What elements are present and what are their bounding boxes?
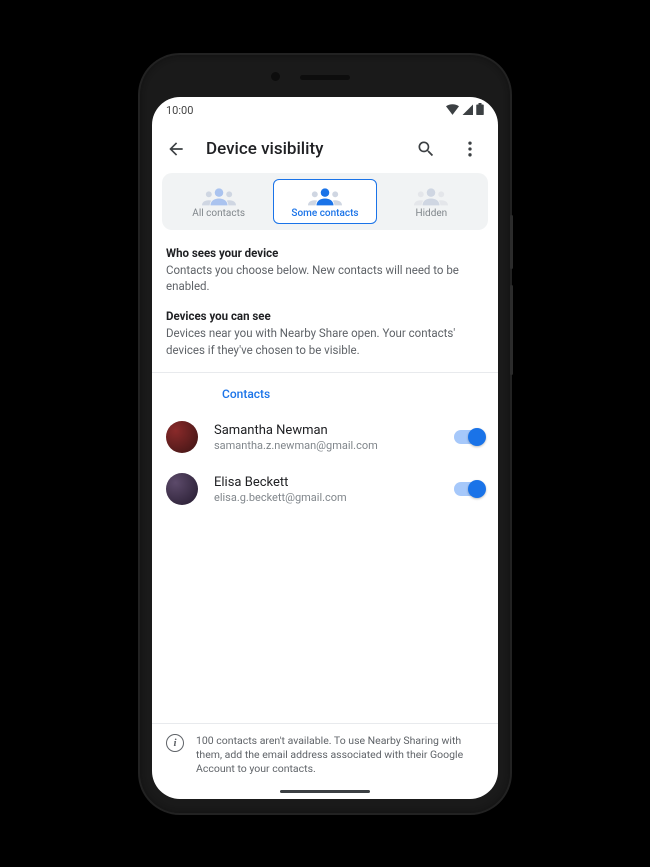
back-button[interactable] [158, 131, 194, 167]
tab-all-contacts[interactable]: All contacts [168, 179, 269, 224]
tab-label: Some contacts [291, 208, 358, 219]
phone-frame: 10:00 Device visibility [140, 55, 510, 813]
tab-label: All contacts [192, 208, 245, 219]
contact-email: samantha.z.newman@gmail.com [214, 439, 438, 452]
people-hidden-icon [414, 186, 448, 206]
power-button[interactable] [510, 215, 513, 269]
status-bar: 10:00 [152, 97, 498, 125]
battery-icon [476, 103, 484, 118]
footer-notice: i 100 contacts aren't available. To use … [152, 723, 498, 785]
status-icons [446, 103, 484, 118]
people-some-icon [308, 186, 342, 206]
content: Who sees your device Contacts you choose… [152, 234, 498, 412]
avatar [166, 421, 198, 453]
avatar [166, 473, 198, 505]
arrow-left-icon [166, 139, 186, 159]
tab-hidden[interactable]: Hidden [381, 179, 482, 224]
contact-name: Samantha Newman [214, 423, 438, 438]
status-time: 10:00 [166, 104, 193, 117]
section-text-who: Contacts you choose below. New contacts … [166, 262, 484, 295]
search-button[interactable] [408, 131, 444, 167]
page-title: Device visibility [202, 139, 400, 159]
section-heading-who: Who sees your device [166, 246, 484, 260]
contact-toggle[interactable] [454, 482, 484, 496]
contact-row[interactable]: Samantha Newman samantha.z.newman@gmail.… [152, 411, 498, 463]
app-bar: Device visibility [152, 125, 498, 173]
more-vert-icon [460, 139, 480, 159]
search-icon [416, 139, 436, 159]
contact-name: Elisa Beckett [214, 475, 438, 490]
tab-some-contacts[interactable]: Some contacts [273, 179, 376, 224]
contact-info: Elisa Beckett elisa.g.beckett@gmail.com [214, 475, 438, 504]
contact-info: Samantha Newman samantha.z.newman@gmail.… [214, 423, 438, 452]
info-icon: i [166, 734, 184, 752]
nav-pill-icon [280, 790, 370, 794]
section-heading-devices: Devices you can see [166, 309, 484, 323]
phone-speaker [300, 75, 350, 80]
visibility-tabs: All contacts Some contacts [162, 173, 488, 230]
contact-row[interactable]: Elisa Beckett elisa.g.beckett@gmail.com [152, 463, 498, 515]
signal-icon [462, 104, 473, 118]
tab-label: Hidden [415, 208, 447, 219]
contacts-header: Contacts [166, 373, 484, 411]
screen: 10:00 Device visibility [152, 97, 498, 799]
contact-toggle[interactable] [454, 430, 484, 444]
volume-button[interactable] [510, 285, 513, 375]
gesture-bar[interactable] [152, 785, 498, 799]
phone-camera [271, 72, 280, 81]
footer-text: 100 contacts aren't available. To use Ne… [196, 734, 484, 777]
wifi-icon [446, 104, 459, 118]
contact-email: elisa.g.beckett@gmail.com [214, 491, 438, 504]
people-group-icon [202, 186, 236, 206]
section-text-devices: Devices near you with Nearby Share open.… [166, 325, 484, 358]
overflow-button[interactable] [452, 131, 488, 167]
